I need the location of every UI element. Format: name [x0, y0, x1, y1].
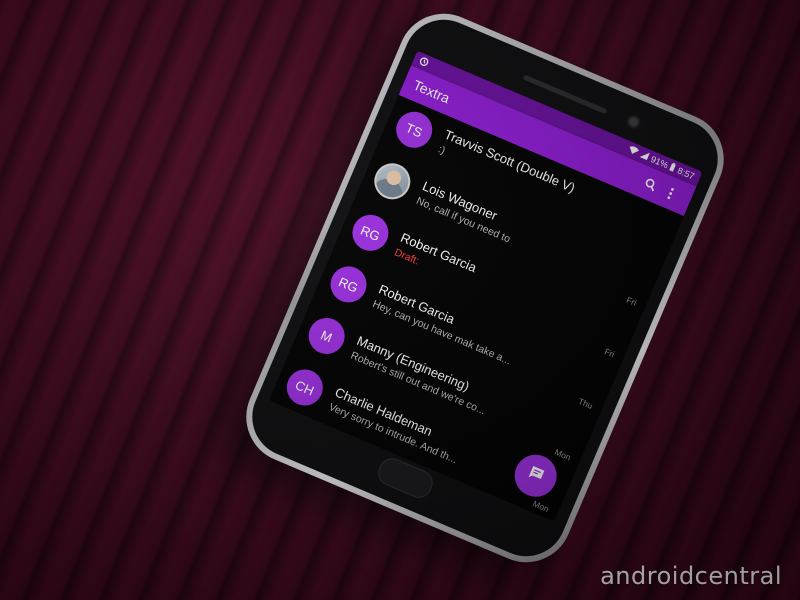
avatar: CH [281, 363, 329, 412]
avatar: M [303, 312, 351, 360]
draft-text [420, 258, 425, 269]
photo-scene: 91% 8:57 Textra TS Travvis Scott (Double… [0, 0, 800, 600]
avatar: RG [346, 209, 395, 257]
notification-icon [418, 55, 431, 69]
avatar: TS [390, 106, 438, 154]
avatar: RG [324, 260, 373, 309]
wifi-icon [627, 145, 640, 158]
new-message-icon [524, 463, 547, 489]
phone-front-panel: 91% 8:57 Textra TS Travvis Scott (Double… [239, 7, 731, 569]
avatar-photo [368, 157, 416, 205]
phone-device: 91% 8:57 Textra TS Travvis Scott (Double… [231, 0, 739, 577]
watermark: androidcentral [600, 562, 782, 590]
signal-icon [639, 150, 651, 162]
front-camera [624, 112, 643, 132]
